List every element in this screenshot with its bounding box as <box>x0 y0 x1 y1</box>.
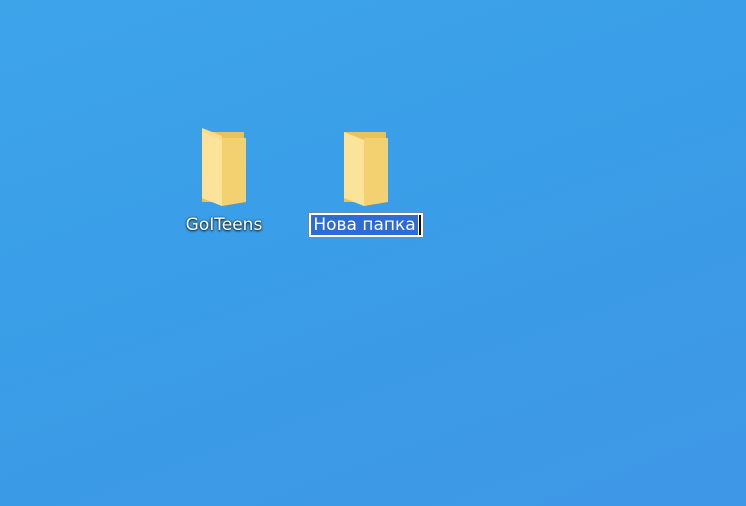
rename-selected-text[interactable]: Нова папка <box>311 215 418 235</box>
folder-icon <box>344 132 388 206</box>
folder-label: GoITeens <box>185 215 263 235</box>
folder-icon <box>202 128 246 206</box>
desktop-folder-new[interactable]: Нова папка <box>308 128 424 238</box>
desktop-background[interactable]: GoITeens Нова папка <box>0 0 746 506</box>
rename-input[interactable]: Нова папка <box>308 212 424 238</box>
text-caret <box>418 215 421 235</box>
desktop-folder-goiteens[interactable]: GoITeens <box>169 128 279 236</box>
